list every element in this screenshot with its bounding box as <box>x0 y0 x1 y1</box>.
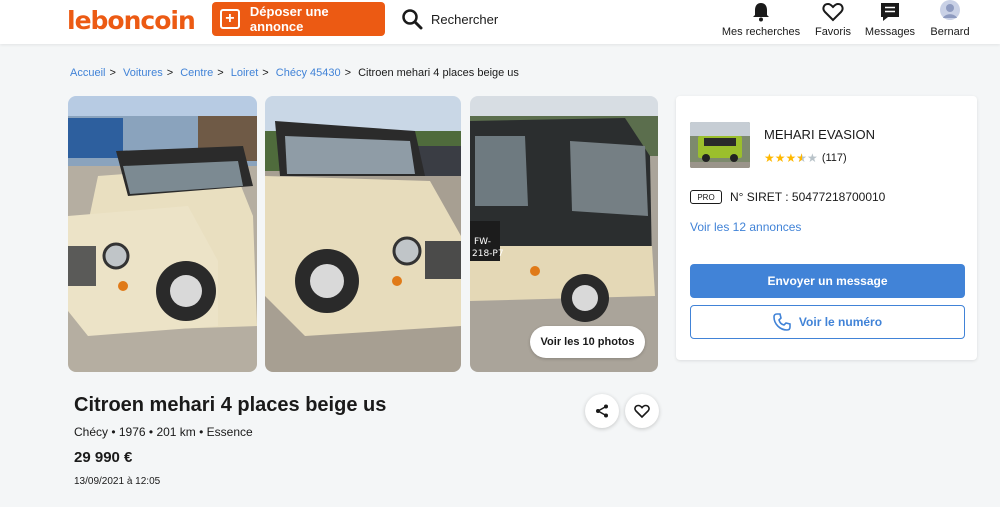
rating-stars-icon: ★★★★★★ <box>764 151 818 165</box>
nav-saved-searches-label: Mes recherches <box>721 26 801 38</box>
listing-title: Citroen mehari 4 places beige us <box>74 394 387 416</box>
nav-saved-searches[interactable]: Mes recherches <box>722 0 800 40</box>
heart-icon <box>822 2 844 22</box>
bell-icon <box>753 3 769 22</box>
svg-text:FW-: FW- <box>474 237 491 247</box>
seller-card: MEHARI EVASION ★★★★★★ (117) PRO N° SIRET… <box>676 96 977 360</box>
see-seller-ads-link[interactable]: Voir les 12 annonces <box>690 220 801 234</box>
breadcrumb-link-cars[interactable]: Voitures <box>123 67 163 79</box>
listing-photo-2[interactable] <box>265 96 461 372</box>
heart-outline-icon <box>634 404 650 418</box>
search-label: Rechercher <box>431 11 499 27</box>
nav-account[interactable]: Bernard <box>926 0 974 40</box>
phone-icon <box>773 313 791 331</box>
listing-photo-1[interactable] <box>68 96 257 372</box>
nav-account-label: Bernard <box>930 26 970 38</box>
nav-messages-label: Messages <box>864 26 916 38</box>
breadcrumb-current: Citroen mehari 4 places beige us <box>358 67 519 79</box>
breadcrumb-link-region[interactable]: Centre <box>180 67 213 79</box>
listing-price: 29 990 € <box>74 449 133 466</box>
plus-icon: + <box>220 9 240 29</box>
breadcrumb-link-city[interactable]: Chécy 45430 <box>276 67 341 79</box>
breadcrumb-link-department[interactable]: Loiret <box>231 67 259 79</box>
pro-badge: PRO <box>690 190 722 204</box>
nav-favorites-label: Favoris <box>814 26 852 38</box>
breadcrumb: Accueil > Voitures > Centre > Loiret > Chécy… <box>70 67 519 79</box>
show-phone-label: Voir le numéro <box>798 315 883 329</box>
search-icon <box>402 9 423 30</box>
send-message-button[interactable]: Envoyer un message <box>690 264 965 298</box>
rating-count: (117) <box>821 152 847 164</box>
breadcrumb-link-home[interactable]: Accueil <box>70 67 105 79</box>
share-button[interactable] <box>585 394 619 428</box>
seller-thumbnail[interactable] <box>690 122 750 168</box>
post-ad-label: Déposer une annonce <box>249 4 329 34</box>
see-all-photos-button[interactable]: Voir les 10 photos <box>530 326 645 358</box>
search-link[interactable]: Rechercher <box>401 6 498 32</box>
message-icon <box>881 3 899 21</box>
seller-siret: N° SIRET : 50477218700010 <box>730 190 886 204</box>
share-icon <box>596 404 608 418</box>
seller-name[interactable]: MEHARI EVASION <box>764 127 875 142</box>
seller-rating[interactable]: ★★★★★★ (117) <box>764 151 847 165</box>
post-ad-button[interactable]: + Déposer une annonce <box>212 2 385 36</box>
nav-messages[interactable]: Messages <box>864 0 916 40</box>
top-header: leboncoin + Déposer une annonce Recherch… <box>0 0 1000 44</box>
site-logo[interactable]: leboncoin <box>67 6 196 35</box>
favorite-button[interactable] <box>625 394 659 428</box>
show-phone-button[interactable]: Voir le numéro <box>690 305 965 339</box>
listing-subtitle: Chécy • 1976 • 201 km • Essence <box>74 425 253 439</box>
avatar-icon <box>940 0 960 20</box>
svg-text:218-P7: 218-P7 <box>472 249 504 259</box>
listing-date: 13/09/2021 à 12:05 <box>74 476 161 487</box>
nav-favorites[interactable]: Favoris <box>810 0 856 40</box>
